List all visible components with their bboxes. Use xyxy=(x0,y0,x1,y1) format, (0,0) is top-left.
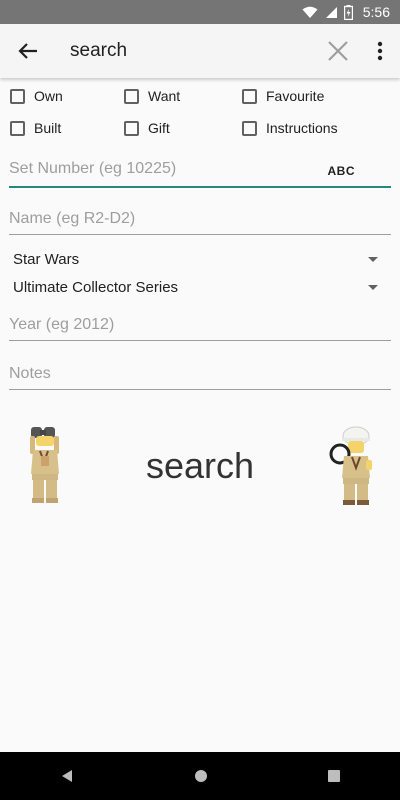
app-bar: search xyxy=(0,24,400,78)
search-area: search xyxy=(0,420,400,510)
checkbox-label: Own xyxy=(34,88,63,104)
want-checkbox[interactable]: Want xyxy=(124,88,180,104)
page-title: search xyxy=(70,40,128,61)
system-nav-bar xyxy=(0,752,400,800)
more-vert-icon xyxy=(377,41,383,61)
year-input[interactable]: Year (eg 2012) xyxy=(9,316,391,341)
built-checkbox[interactable]: Built xyxy=(10,120,61,136)
checkbox-box[interactable] xyxy=(124,120,139,136)
year-placeholder: Year (eg 2012) xyxy=(9,316,115,333)
favourite-checkbox[interactable]: Favourite xyxy=(242,88,324,104)
checkbox-label: Gift xyxy=(148,120,170,136)
checkbox-box[interactable] xyxy=(242,120,257,136)
signal-icon xyxy=(324,6,338,19)
dropdown-arrow-icon xyxy=(368,285,378,290)
instructions-checkbox[interactable]: Instructions xyxy=(242,120,338,136)
clear-button[interactable] xyxy=(316,24,360,78)
search-button[interactable]: search xyxy=(130,445,270,487)
dropdown-arrow-icon xyxy=(368,257,378,262)
checkbox-label: Instructions xyxy=(266,120,338,136)
checkbox-box[interactable] xyxy=(242,88,257,104)
notes-input[interactable]: Notes xyxy=(9,365,391,390)
checkbox-box[interactable] xyxy=(10,120,25,136)
more-options-button[interactable] xyxy=(360,24,400,78)
nav-recents-icon[interactable] xyxy=(328,770,340,782)
battery-icon xyxy=(343,4,353,20)
gift-checkbox[interactable]: Gift xyxy=(124,120,170,136)
keyboard-toggle-button[interactable]: ABC xyxy=(328,164,356,178)
wifi-icon xyxy=(302,6,318,19)
back-button[interactable] xyxy=(0,24,56,78)
subtheme-value: Ultimate Collector Series xyxy=(13,279,179,296)
minifig-binoculars-icon xyxy=(30,427,59,503)
checkbox-box[interactable] xyxy=(10,88,25,104)
checkbox-box[interactable] xyxy=(124,88,139,104)
minifig-magnifier-icon xyxy=(329,426,372,505)
checkbox-label: Built xyxy=(34,120,62,136)
set-number-placeholder: Set Number (eg 10225) xyxy=(9,160,177,177)
own-checkbox[interactable]: Own xyxy=(10,88,63,104)
status-time: 5:56 xyxy=(362,4,390,20)
checkbox-label: Want xyxy=(148,88,181,104)
theme-dropdown[interactable]: Star Wars xyxy=(13,251,383,268)
nav-back-icon[interactable] xyxy=(60,769,74,783)
notes-placeholder: Notes xyxy=(9,365,51,382)
name-placeholder: Name (eg R2-D2) xyxy=(9,210,136,227)
name-input[interactable]: Name (eg R2-D2) xyxy=(9,210,391,235)
clear-icon xyxy=(328,41,348,61)
nav-home-icon[interactable] xyxy=(194,769,208,783)
theme-value: Star Wars xyxy=(13,251,80,268)
status-bar: 5:56 xyxy=(0,0,400,24)
subtheme-dropdown[interactable]: Ultimate Collector Series xyxy=(13,279,383,296)
checkbox-label: Favourite xyxy=(266,88,325,104)
back-arrow-icon xyxy=(18,43,37,59)
